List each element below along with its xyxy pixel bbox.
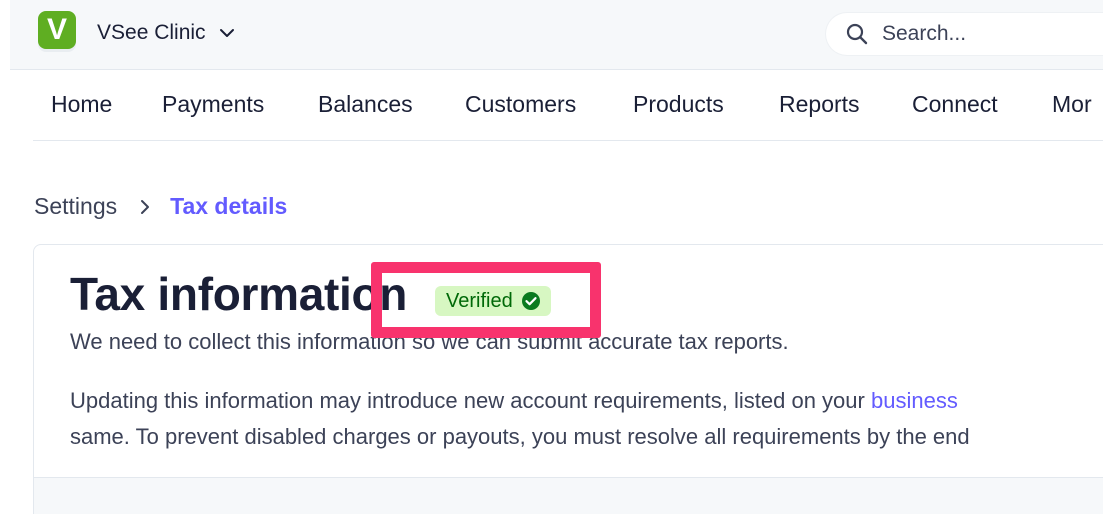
- account-name: VSee Clinic: [97, 21, 206, 44]
- card-footer: [34, 477, 1103, 514]
- check-circle-icon: [521, 292, 540, 310]
- nav-item-products[interactable]: Products: [633, 91, 724, 118]
- breadcrumb-current: Tax details: [170, 193, 288, 219]
- top-bar: V VSee Clinic: [10, 0, 1103, 70]
- main-nav: Home Payments Balances Customers Product…: [33, 71, 1103, 141]
- notice-text-line1: Updating this information may introduce …: [70, 388, 871, 413]
- status-badge-label: Verified: [446, 289, 513, 312]
- chevron-down-icon: [219, 29, 234, 37]
- nav-item-more[interactable]: Mor: [1052, 91, 1092, 118]
- intro-text: We need to collect this information so w…: [70, 329, 789, 354]
- page-title: Tax information: [70, 268, 408, 320]
- notice-text-line2: same. To prevent disabled charges or pay…: [70, 424, 970, 449]
- search-box[interactable]: [826, 13, 1103, 55]
- notice-text: Updating this information may introduce …: [70, 383, 970, 455]
- app-window: V VSee Clinic Home Payments Balances Cus…: [0, 0, 1103, 514]
- breadcrumb-settings-link[interactable]: Settings: [34, 193, 117, 220]
- nav-item-connect[interactable]: Connect: [912, 91, 998, 118]
- search-input[interactable]: [880, 21, 1103, 47]
- chevron-right-icon: [141, 199, 150, 214]
- status-badge: Verified: [435, 286, 551, 316]
- nav-item-reports[interactable]: Reports: [779, 91, 860, 118]
- account-switcher[interactable]: VSee Clinic: [97, 16, 236, 50]
- nav-item-payments[interactable]: Payments: [162, 91, 264, 118]
- app-logo[interactable]: V: [38, 11, 76, 49]
- breadcrumb: Settings Tax details: [34, 193, 287, 220]
- tax-information-card: Tax information Verified We need to coll…: [33, 244, 1103, 514]
- search-icon: [846, 23, 868, 45]
- business-settings-link[interactable]: business: [871, 388, 958, 413]
- nav-item-customers[interactable]: Customers: [465, 91, 576, 118]
- nav-item-balances[interactable]: Balances: [318, 91, 413, 118]
- nav-item-home[interactable]: Home: [51, 91, 112, 118]
